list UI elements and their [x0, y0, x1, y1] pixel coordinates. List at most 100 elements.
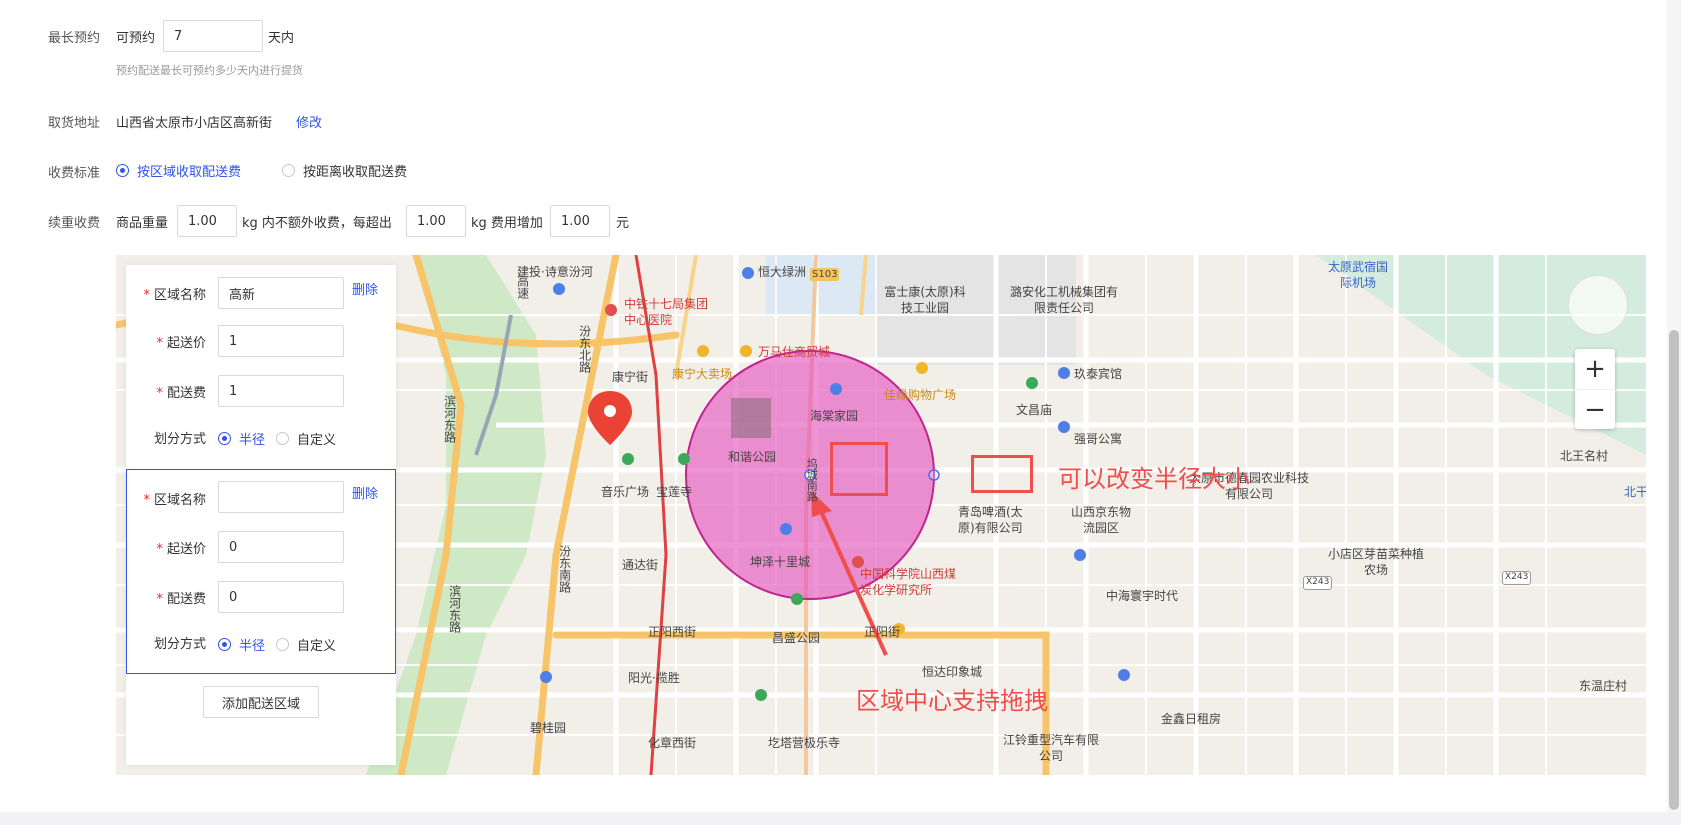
map-label: X243 — [1502, 571, 1532, 585]
map-label: 滨河东路 — [447, 585, 462, 633]
map-label: 正阳街 — [864, 625, 901, 639]
map-label: 昌盛公园 — [772, 631, 821, 645]
radio-dot — [282, 164, 295, 177]
map-label: 海棠家园 — [810, 409, 859, 423]
method-label: 划分方式 — [153, 637, 206, 652]
fee-by-area-radio[interactable]: 按区域收取配送费 — [116, 161, 241, 180]
map-label: 太原武宿国际机场 — [1328, 260, 1389, 290]
zone-card: *区域名称 删除 *起送价 *配送费 划分方式 半径 自定义 — [126, 265, 396, 470]
map-label: 宝莲寺 — [656, 485, 693, 499]
max-booking-hint: 预约配送最长可预约多少天内进行提货 — [116, 64, 303, 77]
map-label: 北干 — [1624, 485, 1646, 499]
extra-fee-input[interactable] — [550, 205, 610, 237]
fee-standard-label: 收费标准 — [48, 166, 101, 181]
map-label: 阳光·揽胜 — [628, 671, 680, 685]
map-label: 中海寰宇时代 — [1106, 589, 1179, 603]
map-label: 正阳西街 — [648, 625, 697, 639]
map-label: 圪塔营极乐寺 — [768, 736, 841, 750]
map-label: X243 — [1303, 576, 1333, 590]
zone-delete-link[interactable]: 删除 — [352, 483, 378, 502]
map-label: 康宁大卖场 — [672, 367, 733, 381]
max-booking-prefix: 可预约 — [116, 31, 156, 46]
fee-by-distance-radio[interactable]: 按距离收取配送费 — [282, 161, 407, 180]
zoom-control: + − — [1575, 349, 1615, 429]
map-label: S103 — [810, 268, 840, 281]
zoom-out-button[interactable]: − — [1575, 389, 1615, 429]
free-weight-input[interactable] — [177, 205, 237, 237]
map-label: 碧桂园 — [530, 721, 567, 735]
map-label: 强哥公寓 — [1074, 432, 1123, 446]
map-label: 文昌庙 — [1016, 403, 1053, 417]
map-label: 青岛啤酒(太原)有限公司 — [958, 505, 1023, 535]
center-annotation: 区域中心支持拖拽 — [856, 687, 1048, 715]
extra-weight-label: 续重收费 — [48, 216, 101, 231]
map-label: 坤泽十里城 — [750, 555, 811, 569]
zone-card-selected: *区域名称 删除 *起送价 *配送费 划分方式 半径 自定义 — [126, 469, 396, 674]
radius-radio[interactable]: 半径 — [218, 635, 265, 654]
every-weight-input[interactable] — [406, 205, 466, 237]
map-label: 汾东北路 — [577, 325, 592, 373]
max-booking-suffix: 天内 — [268, 31, 295, 46]
pickup-address-value: 山西省太原市小店区高新街 — [116, 116, 273, 131]
method-label: 划分方式 — [153, 432, 206, 447]
map-label: 通达街 — [622, 558, 659, 572]
delivery-fee-input[interactable] — [218, 581, 344, 613]
map-label: 玖泰宾馆 — [1074, 367, 1123, 381]
add-zone-button[interactable]: 添加配送区域 — [203, 686, 319, 718]
zone-panel: *区域名称 删除 *起送价 *配送费 划分方式 半径 自定义 *区域名称 删除 … — [126, 265, 396, 765]
map-label: 和谐公园 — [728, 450, 777, 464]
min-price-input[interactable] — [218, 531, 344, 563]
radio-dot — [276, 638, 289, 651]
max-booking-label: 最长预约 — [48, 31, 101, 46]
pickup-address-edit-link[interactable]: 修改 — [296, 112, 322, 131]
radio-dot — [218, 638, 231, 651]
extra-weight-unit: 元 — [616, 216, 630, 231]
zone-name-input[interactable] — [218, 481, 344, 513]
map-label: 康宁街 — [612, 370, 649, 384]
extra-weight-part1: 商品重量 — [116, 216, 169, 231]
fee-by-distance-label: 按距离收取配送费 — [303, 165, 408, 180]
custom-radio[interactable]: 自定义 — [276, 635, 336, 654]
map-label: 潞安化工机械集团有限责任公司 — [1009, 285, 1118, 315]
footer-band — [0, 812, 1681, 825]
radius-annotation: 可以改变半径大小 — [1058, 465, 1250, 493]
zone-delete-link[interactable]: 删除 — [352, 279, 378, 298]
zoom-in-button[interactable]: + — [1575, 349, 1615, 389]
extra-weight-part2: kg 内不额外收费，每超出 — [242, 216, 392, 231]
map-label: 中铁十七局集团中心医院 — [624, 297, 709, 327]
map-label: 化章西街 — [648, 736, 697, 750]
radio-dot — [116, 164, 129, 177]
delivery-fee-input[interactable] — [218, 375, 344, 407]
center-highlight-box — [830, 442, 888, 496]
zone-name-input[interactable] — [218, 277, 344, 309]
custom-label: 自定义 — [297, 433, 337, 448]
map-label: 富士康(太原)科技工业园 — [884, 285, 966, 315]
map-label: 恒大绿洲 — [758, 265, 807, 279]
radius-radio[interactable]: 半径 — [218, 429, 265, 448]
custom-label: 自定义 — [297, 639, 337, 654]
compass-control[interactable] — [1568, 275, 1628, 335]
min-price-input[interactable] — [218, 325, 344, 357]
map-label: 佳缘购物广场 — [884, 388, 957, 402]
map-label: 江铃重型汽车有限公司 — [1002, 733, 1099, 763]
custom-radio[interactable]: 自定义 — [276, 429, 336, 448]
map-label: 音乐广场 — [601, 485, 650, 499]
map-label: 高速 — [515, 275, 530, 299]
delivery-fee-label: * 配送费 — [156, 592, 206, 607]
min-price-label: * 起送价 — [156, 542, 206, 557]
map-label: 金鑫日租房 — [1161, 712, 1222, 726]
map-label: 北王名村 — [1560, 449, 1609, 463]
map-label: 东温庄村 — [1579, 679, 1628, 693]
min-price-label: * 起送价 — [156, 336, 206, 351]
map-label: 万马仕商贸城 — [758, 345, 831, 359]
pickup-address-label: 取货地址 — [48, 116, 101, 131]
scrollbar[interactable] — [1667, 0, 1681, 812]
map-label: 小店区芽苗菜种植农场 — [1327, 547, 1424, 577]
page: 最长预约 可预约 天内 预约配送最长可预约多少天内进行提货 取货地址 山西省太原… — [0, 0, 1681, 825]
radio-dot — [218, 432, 231, 445]
delivery-fee-label: * 配送费 — [156, 386, 206, 401]
map-label: 恒达印象城 — [922, 665, 983, 679]
scrollbar-thumb[interactable] — [1669, 330, 1679, 810]
map-label: 山西京东物流园区 — [1071, 505, 1132, 535]
max-booking-days-input[interactable] — [163, 20, 263, 52]
